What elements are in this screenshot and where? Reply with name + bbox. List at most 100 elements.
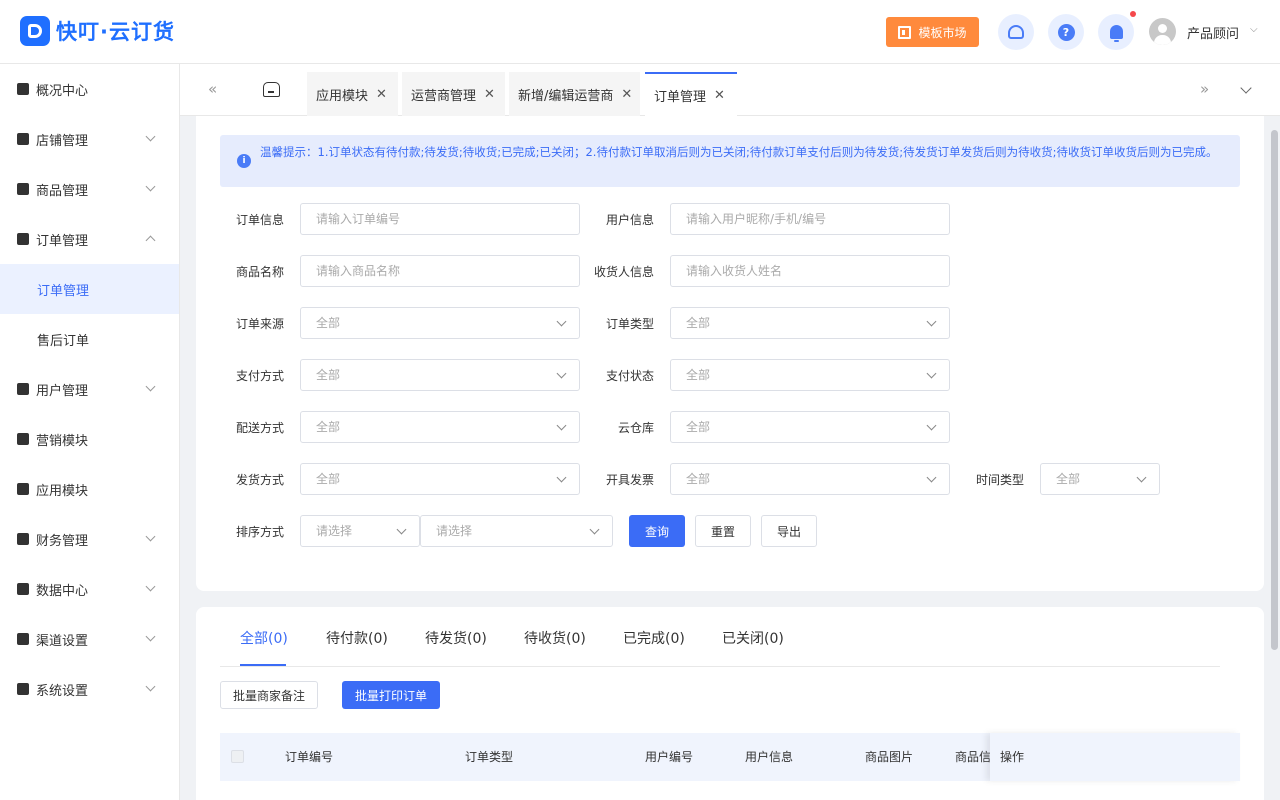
product-name-input[interactable]: 请输入商品名称: [300, 255, 580, 287]
scroll-left-icon[interactable]: «: [208, 80, 217, 98]
chevron-up-icon: [145, 235, 156, 246]
order-type-select[interactable]: 全部: [670, 307, 950, 339]
sidebar-item-settings[interactable]: 系统设置: [0, 664, 179, 714]
tab-app-module[interactable]: 应用模块 ✕: [307, 72, 398, 116]
ship-method-label: 发货方式: [235, 473, 284, 487]
cloud-warehouse-select[interactable]: 全部: [670, 411, 950, 443]
sidebar-item-data[interactable]: 数据中心: [0, 564, 179, 614]
tab-order-manage[interactable]: 订单管理 ✕: [645, 72, 737, 116]
chevron-down-icon: [145, 581, 156, 592]
delivery-method-value: 全部: [316, 420, 341, 434]
close-icon[interactable]: ✕: [714, 88, 725, 103]
marketing-icon: [17, 433, 29, 445]
time-type-select[interactable]: 全部: [1040, 463, 1160, 495]
sidebar-item-channel[interactable]: 渠道设置: [0, 614, 179, 664]
status-tab-pending-shipment[interactable]: 待发货(0): [425, 628, 487, 648]
pay-status-select[interactable]: 全部: [670, 359, 950, 391]
chevron-down-icon[interactable]: ⌵: [1250, 24, 1258, 35]
order-source-label: 订单来源: [235, 317, 284, 331]
select-all-checkbox[interactable]: [231, 750, 244, 763]
chevron-down-icon: [145, 531, 156, 542]
receiver-info-input[interactable]: 请输入收货人姓名: [670, 255, 950, 287]
sidebar-item-store[interactable]: 店铺管理: [0, 114, 179, 164]
store-icon: [17, 133, 29, 145]
tab-operator-manage[interactable]: 运营商管理 ✕: [402, 72, 505, 116]
close-icon[interactable]: ✕: [376, 87, 387, 102]
chevron-down-icon: [1136, 472, 1147, 483]
help-button[interactable]: ?: [1048, 14, 1084, 50]
invoice-value: 全部: [686, 472, 711, 486]
info-icon: i: [237, 154, 251, 168]
receiver-info-label: 收货人信息: [593, 265, 654, 279]
reset-button[interactable]: 重置: [695, 515, 751, 547]
sidebar-item-orders[interactable]: 订单管理: [0, 214, 179, 264]
logo-mark-icon: [20, 16, 50, 46]
order-source-select[interactable]: 全部: [300, 307, 580, 339]
sort-field-select[interactable]: 请选择: [300, 515, 420, 547]
question-icon: ?: [1057, 23, 1075, 41]
query-button[interactable]: 查询: [629, 515, 685, 547]
channel-icon: [17, 633, 29, 645]
column-header: 订单类型: [465, 750, 514, 764]
order-icon: [17, 233, 29, 245]
pay-method-select[interactable]: 全部: [300, 359, 580, 391]
scrollbar-thumb[interactable]: [1271, 130, 1278, 650]
tab-label: 新增/编辑运营商: [518, 88, 614, 104]
batch-print-button[interactable]: 批量打印订单: [342, 681, 440, 709]
sidebar-subitem-after-sales[interactable]: 售后订单: [0, 314, 179, 364]
notification-button[interactable]: [1098, 14, 1134, 50]
sort-order-value: 请选择: [436, 524, 473, 538]
home-icon[interactable]: [263, 82, 280, 97]
chevron-down-icon: [589, 524, 600, 535]
logo-text: 快叮·云订货: [56, 20, 175, 44]
ship-method-select[interactable]: 全部: [300, 463, 580, 495]
status-tab-closed[interactable]: 已关闭(0): [722, 628, 784, 648]
sidebar-item-users[interactable]: 用户管理: [0, 364, 179, 414]
close-icon[interactable]: ✕: [484, 87, 495, 102]
sidebar-item-overview[interactable]: 概况中心: [0, 64, 179, 114]
order-type-label: 订单类型: [605, 317, 654, 331]
logo[interactable]: 快叮·云订货: [20, 16, 175, 46]
chevron-down-icon[interactable]: [1240, 82, 1252, 94]
close-icon[interactable]: ✕: [621, 87, 632, 102]
sidebar-item-apps[interactable]: 应用模块: [0, 464, 179, 514]
status-tab-completed[interactable]: 已完成(0): [623, 628, 685, 648]
export-button[interactable]: 导出: [761, 515, 817, 547]
sidebar-item-goods[interactable]: 商品管理: [0, 164, 179, 214]
batch-remark-button[interactable]: 批量商家备注: [220, 681, 318, 709]
invoice-select[interactable]: 全部: [670, 463, 950, 495]
sort-field-value: 请选择: [316, 524, 353, 538]
scroll-right-icon[interactable]: »: [1200, 80, 1209, 98]
notification-dot: [1130, 11, 1136, 17]
sidebar-item-finance[interactable]: 财务管理: [0, 514, 179, 564]
sidebar-subitem-order-manage[interactable]: 订单管理: [0, 264, 179, 314]
template-market-button[interactable]: 模板市场: [886, 17, 979, 47]
template-icon: [898, 25, 912, 39]
status-tab-pending-receipt[interactable]: 待收货(0): [524, 628, 586, 648]
ship-method-value: 全部: [316, 472, 341, 486]
goods-icon: [17, 183, 29, 195]
tab-label: 运营商管理: [411, 88, 477, 104]
sidebar-subitem-label: 订单管理: [37, 283, 90, 299]
customer-service-button[interactable]: [998, 14, 1034, 50]
order-info-input[interactable]: 请输入订单编号: [300, 203, 580, 235]
status-tab-all[interactable]: 全部(0): [240, 628, 288, 648]
order-type-value: 全部: [686, 316, 711, 330]
tab-edit-operator[interactable]: 新增/编辑运营商 ✕: [509, 72, 640, 116]
sidebar-item-label: 财务管理: [36, 533, 89, 549]
sidebar-item-marketing[interactable]: 营销模块: [0, 414, 179, 464]
status-tab-pending-payment[interactable]: 待付款(0): [326, 628, 388, 648]
sidebar-item-label: 概况中心: [36, 83, 89, 99]
time-type-value: 全部: [1056, 472, 1081, 486]
user-info-input[interactable]: 请输入用户昵称/手机/编号: [670, 203, 950, 235]
avatar[interactable]: [1149, 18, 1176, 45]
user-name[interactable]: 产品顾问: [1187, 23, 1239, 42]
sort-order-select[interactable]: 请选择: [420, 515, 613, 547]
column-header: 用户编号: [645, 750, 694, 764]
sidebar-item-label: 订单管理: [36, 233, 89, 249]
column-header: 订单编号: [285, 750, 334, 764]
sidebar-item-label: 应用模块: [36, 483, 89, 499]
chevron-down-icon: [145, 681, 156, 692]
delivery-method-select[interactable]: 全部: [300, 411, 580, 443]
tab-bar: « 应用模块 ✕ 运营商管理 ✕ 新增/编辑运营商 ✕ 订单管理 ✕ »: [180, 64, 1280, 116]
